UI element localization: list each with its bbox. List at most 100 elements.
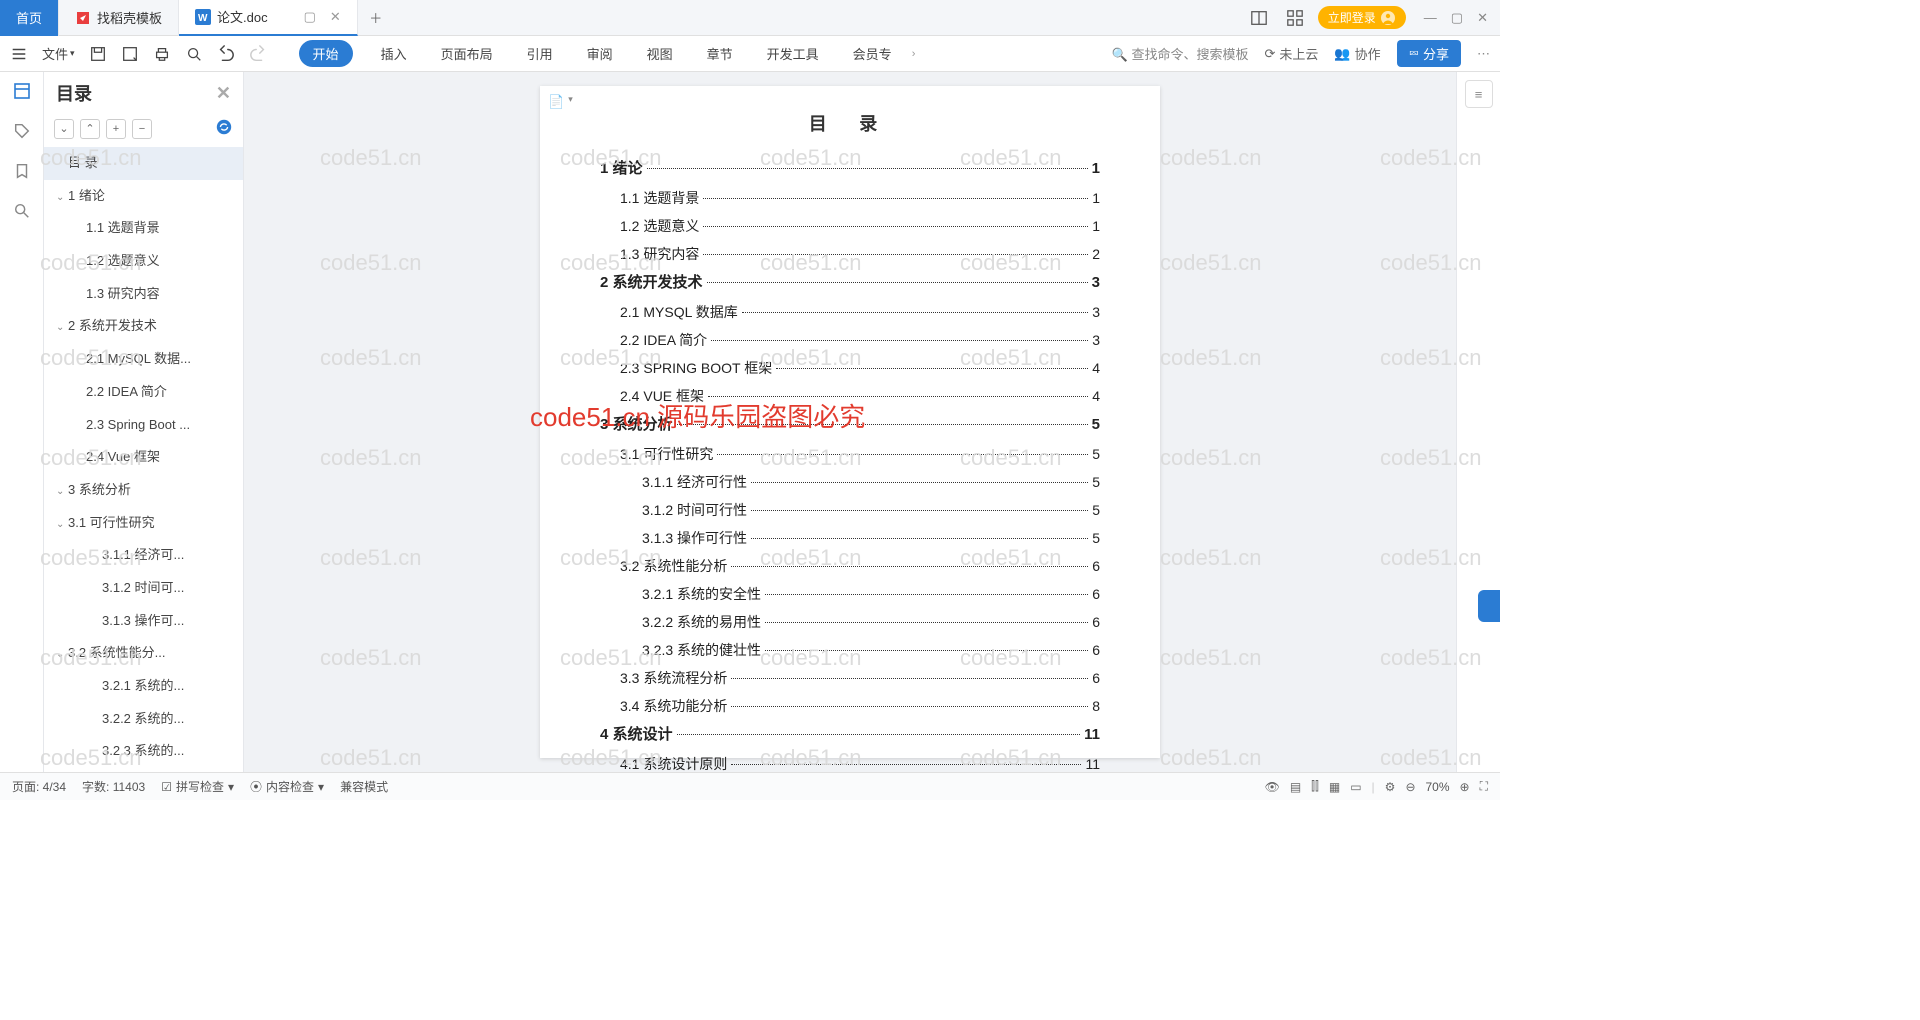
outline-item[interactable]: ⌄2 系统开发技术	[44, 310, 243, 343]
menu-overflow-icon[interactable]: ›	[912, 48, 916, 60]
outline-item[interactable]: 3.1.2 时间可...	[44, 572, 243, 605]
menu-4[interactable]: 审阅	[581, 40, 619, 67]
page-dropdown-icon[interactable]: ▾	[568, 94, 573, 110]
rightpanel-toggle-icon[interactable]: ≡	[1465, 80, 1493, 108]
compat-mode[interactable]: 兼容模式	[340, 778, 388, 795]
redo-icon[interactable]	[249, 45, 267, 63]
tag-icon[interactable]	[11, 120, 33, 142]
ribbon: 文件 ▾ 开始插入页面布局引用审阅视图章节开发工具会员专 › 🔍 查找命令、搜索…	[0, 36, 1500, 72]
layout-icon[interactable]	[1246, 5, 1272, 31]
word-count[interactable]: 字数: 11403	[82, 778, 145, 795]
menu-0[interactable]: 开始	[299, 40, 353, 67]
minimize-icon[interactable]: —	[1424, 10, 1437, 26]
apps-icon[interactable]	[1282, 5, 1308, 31]
outline-item[interactable]: 3.3 系统流程分...	[44, 768, 243, 772]
command-search[interactable]: 🔍 查找命令、搜索模板	[1112, 44, 1249, 63]
collab-button[interactable]: 👥 协作	[1334, 44, 1380, 63]
cloud-status[interactable]: ⟳ 未上云	[1264, 44, 1318, 63]
zoom-in-icon[interactable]: ⊕	[1460, 780, 1470, 794]
menu-7[interactable]: 开发工具	[761, 40, 825, 67]
menu-6[interactable]: 章节	[701, 40, 739, 67]
statusbar: 页面: 4/34 字数: 11403 ☑ 拼写检查 ▾ ⦿ 内容检查 ▾ 兼容模…	[0, 772, 1500, 800]
more-icon[interactable]: ⋯	[1477, 46, 1490, 62]
view-outline-icon[interactable]: ▦	[1329, 780, 1340, 794]
tab-close-icon[interactable]: ✕	[330, 9, 341, 25]
outline-item[interactable]: 1.3 研究内容	[44, 278, 243, 311]
maximize-icon[interactable]: ▢	[1451, 10, 1463, 26]
toc-row: 4.1 系统设计原则11	[600, 750, 1100, 772]
save-as-icon[interactable]	[121, 45, 139, 63]
view-book-icon[interactable]: ⫿⫿	[1311, 779, 1319, 794]
toc-title: 目 录	[600, 110, 1100, 136]
toc-row: 4 系统设计11	[600, 720, 1100, 750]
close-window-icon[interactable]: ✕	[1477, 10, 1488, 26]
outline-item[interactable]: 3.2.3 系统的...	[44, 735, 243, 768]
tab-document[interactable]: W 论文.doc ▢ ✕	[179, 0, 358, 36]
outline-title: 目录	[56, 80, 92, 106]
tab-template[interactable]: 找稻壳模板	[59, 0, 179, 36]
menu-1[interactable]: 插入	[375, 40, 413, 67]
outline-item[interactable]: 3.1.1 经济可...	[44, 539, 243, 572]
preview-icon[interactable]	[185, 45, 203, 63]
outline-item[interactable]: ⌄1 绪论	[44, 180, 243, 213]
search-icon[interactable]	[11, 200, 33, 222]
expand-all-icon[interactable]: ⌃	[80, 119, 100, 139]
outline-item[interactable]: 2.3 Spring Boot ...	[44, 409, 243, 442]
page-indicator[interactable]: 页面: 4/34	[12, 778, 66, 795]
tab-float-icon[interactable]: ▢	[304, 9, 316, 25]
tab-add-button[interactable]: ＋	[358, 8, 394, 27]
toc-row: 3.2.3 系统的健壮性6	[600, 636, 1100, 664]
outline-item[interactable]: 1.2 选题意义	[44, 245, 243, 278]
tab-home[interactable]: 首页	[0, 0, 59, 36]
content-check[interactable]: ⦿ 内容检查 ▾	[250, 778, 324, 795]
file-menu[interactable]: 文件 ▾	[42, 44, 75, 63]
ribbon-right: 🔍 查找命令、搜索模板 ⟳ 未上云 👥 协作 ⮹ 分享 ⋯	[1112, 40, 1490, 67]
toc-row: 3 系统分析5	[600, 410, 1100, 440]
hamburger-icon[interactable]	[10, 45, 28, 63]
outline-item[interactable]: ⌄3 系统分析	[44, 474, 243, 507]
toc-row: 3.2 系统性能分析6	[600, 552, 1100, 580]
zoom-out-icon[interactable]: ⊖	[1405, 780, 1415, 794]
login-button[interactable]: 立即登录	[1318, 6, 1406, 29]
page-doc-icon[interactable]: 📄	[548, 94, 564, 110]
outline-item[interactable]: ⌄3.2 系统性能分...	[44, 637, 243, 670]
outline-item[interactable]: 2.1 MySQL 数据...	[44, 343, 243, 376]
toc-row: 1.1 选题背景1	[600, 184, 1100, 212]
view-web-icon[interactable]: ▭	[1350, 780, 1361, 794]
outline-close-icon[interactable]: ✕	[216, 83, 231, 104]
main: 目录 ✕ ⌄ ⌃ + − 目 录⌄1 绪论1.1 选题背景1.2 选题意义1.3…	[0, 72, 1500, 772]
outline-item[interactable]: 1.1 选题背景	[44, 212, 243, 245]
menu-5[interactable]: 视图	[641, 40, 679, 67]
feedback-tab[interactable]	[1478, 590, 1500, 622]
outline-icon[interactable]	[11, 80, 33, 102]
menu-3[interactable]: 引用	[521, 40, 559, 67]
print-icon[interactable]	[153, 45, 171, 63]
outline-sync-icon[interactable]	[215, 118, 233, 139]
gear-icon[interactable]: ⚙	[1385, 780, 1396, 794]
spellcheck-toggle[interactable]: ☑ 拼写检查 ▾	[161, 778, 234, 795]
fullscreen-icon[interactable]: ⛶	[1480, 779, 1488, 794]
undo-icon[interactable]	[217, 45, 235, 63]
view-page-icon[interactable]: ▤	[1290, 780, 1301, 794]
outline-item[interactable]: 目 录	[44, 147, 243, 180]
svg-text:W: W	[198, 13, 208, 24]
add-section-icon[interactable]: +	[106, 119, 126, 139]
collapse-all-icon[interactable]: ⌄	[54, 119, 74, 139]
menu-2[interactable]: 页面布局	[435, 40, 499, 67]
outline-item[interactable]: 2.4 Vue 框架	[44, 441, 243, 474]
outline-item[interactable]: 3.1.3 操作可...	[44, 605, 243, 638]
outline-item[interactable]: 3.2.1 系统的...	[44, 670, 243, 703]
bookmark-icon[interactable]	[11, 160, 33, 182]
outline-item[interactable]: 2.2 IDEA 简介	[44, 376, 243, 409]
tab-doc-label: 论文.doc	[217, 7, 268, 26]
view-reading-icon[interactable]: 👁	[1265, 780, 1280, 794]
menu-8[interactable]: 会员专	[847, 40, 898, 67]
save-icon[interactable]	[89, 45, 107, 63]
statusbar-right: 👁 ▤ ⫿⫿ ▦ ▭ | ⚙ ⊖ 70% ⊕ ⛶	[1265, 779, 1488, 794]
outline-item[interactable]: ⌄3.1 可行性研究	[44, 507, 243, 540]
share-button[interactable]: ⮹ 分享	[1397, 40, 1461, 67]
document-area[interactable]: 📄 ▾ 目 录 1 绪论11.1 选题背景11.2 选题意义11.3 研究内容2…	[244, 72, 1456, 772]
outline-item[interactable]: 3.2.2 系统的...	[44, 703, 243, 736]
remove-section-icon[interactable]: −	[132, 119, 152, 139]
zoom-level[interactable]: 70%	[1426, 780, 1450, 794]
